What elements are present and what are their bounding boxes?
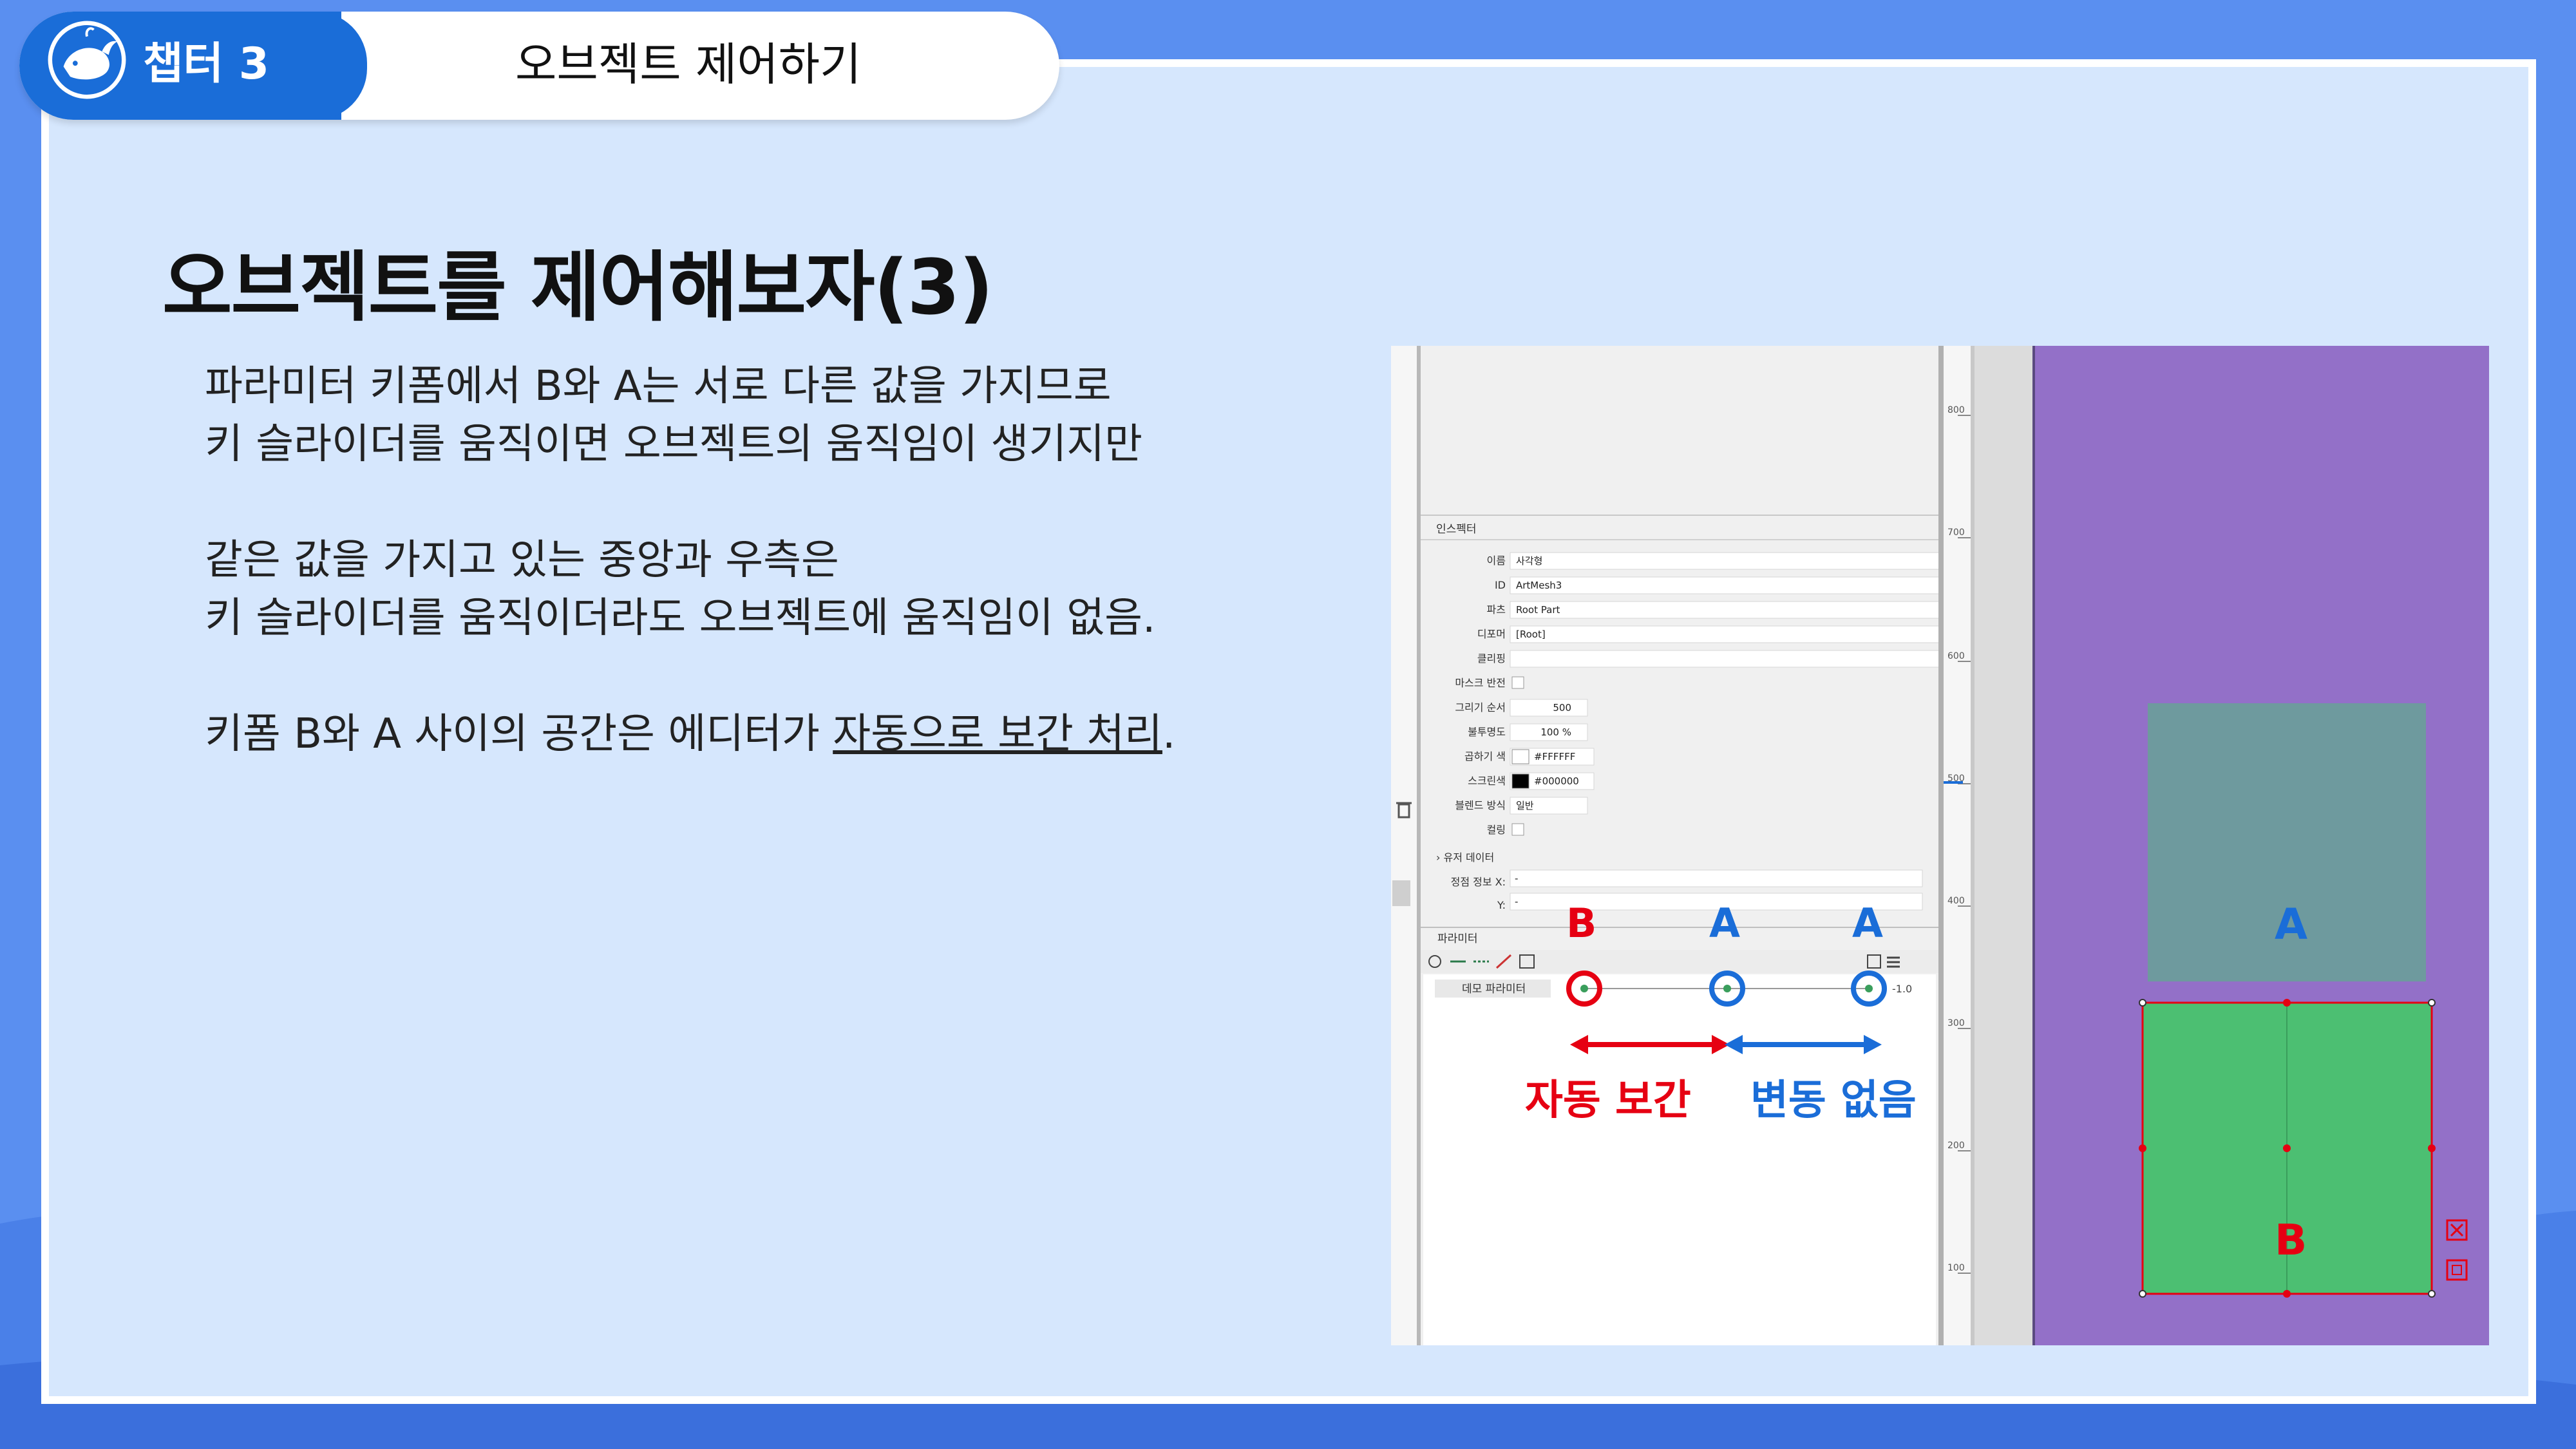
param-name: 데모 파라미터 [1462,983,1526,996]
auto-interp-label: 자동 보간 [1525,1077,1691,1124]
paragraph-line-5-suffix: . [1162,710,1176,758]
paragraph-line-3: 같은 값을 가지고 있는 중앙과 우측은 [205,536,839,584]
vertex-value: - [1515,896,1518,907]
color-swatch[interactable] [1511,749,1530,764]
selection-handle[interactable] [2283,1290,2291,1298]
field-label: 스크린색 [1468,775,1506,787]
ruler-marker [1944,781,1963,784]
selection-handle[interactable] [2428,1144,2436,1152]
selection-handle[interactable] [2428,1290,2436,1298]
chapter-title: 오브젝트 제어하기 [515,38,862,91]
field-value: #000000 [1534,775,1579,787]
inspector-title: 인스펙터 [1436,523,1477,536]
checkbox[interactable] [1511,823,1524,836]
field-label: 그리기 순서 [1455,701,1506,714]
key-a1-label: A [1709,900,1740,947]
field-label: ID [1495,579,1506,591]
field-value: 일반 [1516,800,1534,811]
ruler-tick-label: 300 [1947,1018,1965,1028]
key-a2-label: A [1852,900,1883,947]
inspector-row-label: › 유저 데이터 [1436,851,1494,864]
paragraph-line-5: 키폼 B와 A 사이의 공간은 에디터가 자동으로 보간 처리. [205,705,1175,763]
field-input[interactable] [1510,576,1940,594]
selection-handle[interactable] [2283,999,2291,1007]
slide-heading: 오브젝트를 제어해보자(3) [162,243,994,332]
field-label: 클리핑 [1477,652,1506,665]
selection-handle[interactable] [2139,1290,2146,1298]
selection-handle[interactable] [2283,1144,2291,1152]
inspector-row-label: 정점 정보 X: [1451,876,1506,888]
field-input[interactable] [1510,650,1940,668]
field-value: [Root] [1516,629,1546,640]
editor-screenshot: 인스펙터 이름 사각형 ID ArtMesh3 파츠 Root Part 디포머 [Root]… [1391,346,2489,1345]
ruler-tick-label: 600 [1947,651,1965,661]
parameter-panel-title: 파라미터 [1437,933,1478,945]
paragraph-line-5-prefix: 키폼 B와 A 사이의 공간은 에디터가 [205,710,833,758]
interpolation-highlight: 자동으로 보간 처리 [833,710,1162,758]
field-input[interactable] [1510,699,1588,717]
canvas-a-label: A [2275,900,2308,949]
field-value: 500 [1553,702,1571,714]
editor-ui: 인스펙터 이름 사각형 ID ArtMesh3 파츠 Root Part 디포머 [Root]… [1391,346,2489,1345]
ruler-tick-label: 200 [1947,1141,1965,1151]
ruler-tick-label: 400 [1947,896,1965,906]
canvas-b-label: B [2275,1215,2307,1265]
field-label: 블렌드 방식 [1455,799,1506,811]
paragraph-line-1: 파라미터 키폼에서 B와 A는 서로 다른 값을 가지므로 [205,363,1112,410]
selection-handle[interactable] [2139,999,2146,1007]
field-value: #FFFFFF [1534,751,1575,762]
ruler-tick-label: 700 [1947,527,1965,538]
field-label: 곱하기 색 [1464,750,1506,762]
key-b-label: B [1566,900,1597,947]
vertex-input[interactable] [1510,869,1923,887]
whale-logo-icon [48,21,126,99]
field-label: 불투명도 [1468,726,1506,738]
color-swatch[interactable] [1511,773,1530,789]
selection-handle[interactable] [2139,1144,2146,1152]
chapter-label: 챕터 3 [143,39,270,90]
checkbox[interactable] [1511,676,1524,689]
selection-handle[interactable] [2428,999,2436,1007]
no-change-label: 변동 없음 [1750,1077,1917,1124]
field-label: 파츠 [1487,603,1506,616]
field-label: 이름 [1487,554,1506,567]
field-value: Root Part [1516,604,1560,616]
field-label: 마스크 반전 [1455,677,1506,689]
field-input[interactable] [1510,552,1940,570]
field-label: 컬링 [1487,824,1506,836]
field-input[interactable] [1510,601,1940,619]
field-label: 디포머 [1477,628,1506,640]
paragraph-line-2: 키 슬라이더를 움직이면 오브젝트의 움직임이 생기지만 [205,421,1142,468]
param-max-value: -1.0 [1892,983,1912,995]
field-value: 사각형 [1516,555,1542,567]
ruler-tick-label: 800 [1947,405,1965,415]
inspector-row-label: Y: [1497,899,1506,911]
paragraph-line-4: 키 슬라이더를 움직이더라도 오브젝트에 움직임이 없음. [205,594,1156,642]
field-value: ArtMesh3 [1516,580,1562,591]
field-value: 100 % [1540,726,1571,738]
vertex-value: - [1515,873,1518,884]
ruler-tick-label: 100 [1947,1263,1965,1273]
field-input[interactable] [1510,625,1940,643]
